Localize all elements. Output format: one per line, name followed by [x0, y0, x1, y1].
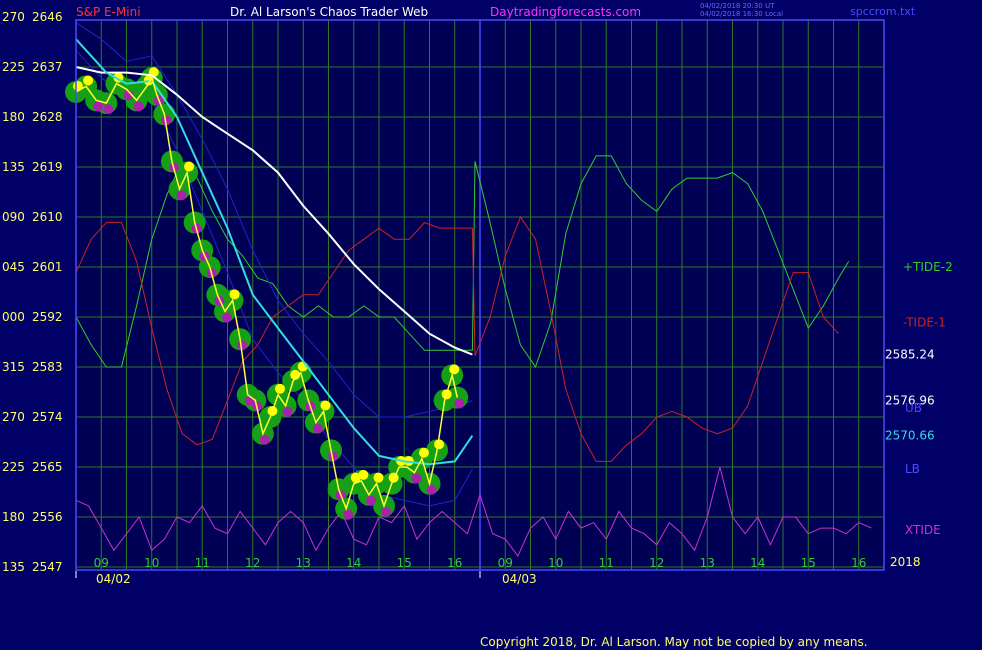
price-dot-1: [83, 75, 94, 86]
y-angle-tick-0: 270: [2, 10, 25, 24]
x-tick-4: 13: [296, 556, 311, 570]
y-angle-tick-7: 315: [2, 360, 25, 374]
y-angle-tick-8: 270: [2, 410, 25, 424]
x-tick-15: 16: [851, 556, 866, 570]
price-dot-49: [454, 398, 465, 409]
timestamp-ut: 04/02/2018 20:30 UT: [700, 2, 775, 10]
price-dot-18: [221, 312, 232, 323]
right-label-0: +TIDE-2: [903, 260, 953, 274]
copyright: Copyright 2018, Dr. Al Larson. May not b…: [480, 635, 868, 649]
x-tick-1: 10: [144, 556, 159, 570]
x-tick-11: 12: [649, 556, 664, 570]
x-tick-0: 09: [94, 556, 109, 570]
chaos-trader-chart: 270 2646 225 2637 180 2628 135 2619 090 2610 045 26…: [0, 0, 982, 650]
x-tick-5: 14: [346, 556, 361, 570]
date-label-2: 04/03: [502, 572, 537, 586]
price-dot-48: [449, 364, 460, 375]
y-price-tick-7: 2583: [32, 360, 63, 374]
y-price-tick-9: 2565: [32, 460, 63, 474]
x-tick-7: 16: [447, 556, 462, 570]
year-label: 2018: [890, 555, 921, 569]
x-tick-2: 11: [195, 556, 210, 570]
y-price-tick-8: 2574: [32, 410, 63, 424]
price-dot-30: [312, 423, 323, 434]
y-angle-tick-2: 180: [2, 110, 25, 124]
x-tick-14: 15: [801, 556, 816, 570]
price-dot-38: [373, 472, 384, 483]
price-dot-25: [275, 383, 285, 394]
right-label-1: -TIDE-1: [903, 316, 946, 330]
right-label-6: LB: [905, 462, 920, 476]
y-price-tick-4: 2610: [32, 210, 63, 224]
y-angle-tick-10: 180: [2, 510, 25, 524]
price-dot-36: [358, 469, 369, 480]
y-price-tick-10: 2556: [32, 510, 63, 524]
y-price-tick-5: 2601: [32, 260, 63, 274]
right-label-4: UB: [905, 401, 922, 415]
date-label-1: 04/02: [96, 572, 131, 586]
right-label-5: 2570.66: [885, 429, 935, 443]
y-price-tick-3: 2619: [32, 160, 63, 174]
y-angle-tick-1: 225: [2, 60, 25, 74]
x-tick-13: 14: [750, 556, 765, 570]
price-dot-26: [282, 406, 293, 417]
price-dot-39: [381, 506, 392, 517]
y-angle-tick-3: 135: [2, 160, 25, 174]
price-dot-19: [229, 289, 240, 300]
x-tick-10: 11: [599, 556, 614, 570]
y-price-tick-6: 2592: [32, 310, 63, 324]
timestamp-local: 04/02/2018 16:30 Local: [700, 10, 783, 18]
y-angle-tick-9: 225: [2, 460, 25, 474]
price-dot-6: [133, 101, 144, 112]
y-angle-tick-6: 000: [2, 310, 25, 324]
price-dot-45: [426, 484, 437, 495]
right-label-7: XTIDE: [905, 523, 941, 537]
price-dot-43: [411, 473, 422, 484]
x-tick-9: 10: [548, 556, 563, 570]
price-dot-3: [103, 104, 114, 115]
y-angle-tick-4: 090: [2, 210, 25, 224]
x-tick-8: 09: [498, 556, 513, 570]
y-price-tick-0: 2646: [32, 10, 63, 24]
symbol-label: S&P E-Mini: [76, 5, 141, 19]
site-name: Daytradingforecasts.com: [490, 5, 641, 19]
x-tick-3: 12: [245, 556, 260, 570]
x-tick-12: 13: [700, 556, 715, 570]
x-tick-6: 15: [397, 556, 412, 570]
price-dot-23: [259, 434, 270, 445]
price-dot-31: [320, 400, 331, 411]
y-price-tick-11: 2547: [32, 560, 63, 574]
file-name: spccrom.txt: [850, 5, 916, 18]
y-angle-tick-5: 045: [2, 260, 25, 274]
y-angle-tick-11: 135: [2, 560, 25, 574]
price-dot-2: [93, 101, 104, 112]
price-dot-44: [418, 447, 429, 458]
price-dot-37: [365, 495, 376, 506]
y-price-tick-1: 2637: [32, 60, 63, 74]
right-label-2: 2585.24: [885, 348, 935, 362]
price-dot-13: [184, 161, 195, 172]
price-dot-34: [343, 509, 354, 520]
y-price-tick-2: 2628: [32, 110, 63, 124]
price-dot-12: [176, 190, 187, 201]
chart-title: Dr. Al Larson's Chaos Trader Web: [230, 5, 428, 19]
